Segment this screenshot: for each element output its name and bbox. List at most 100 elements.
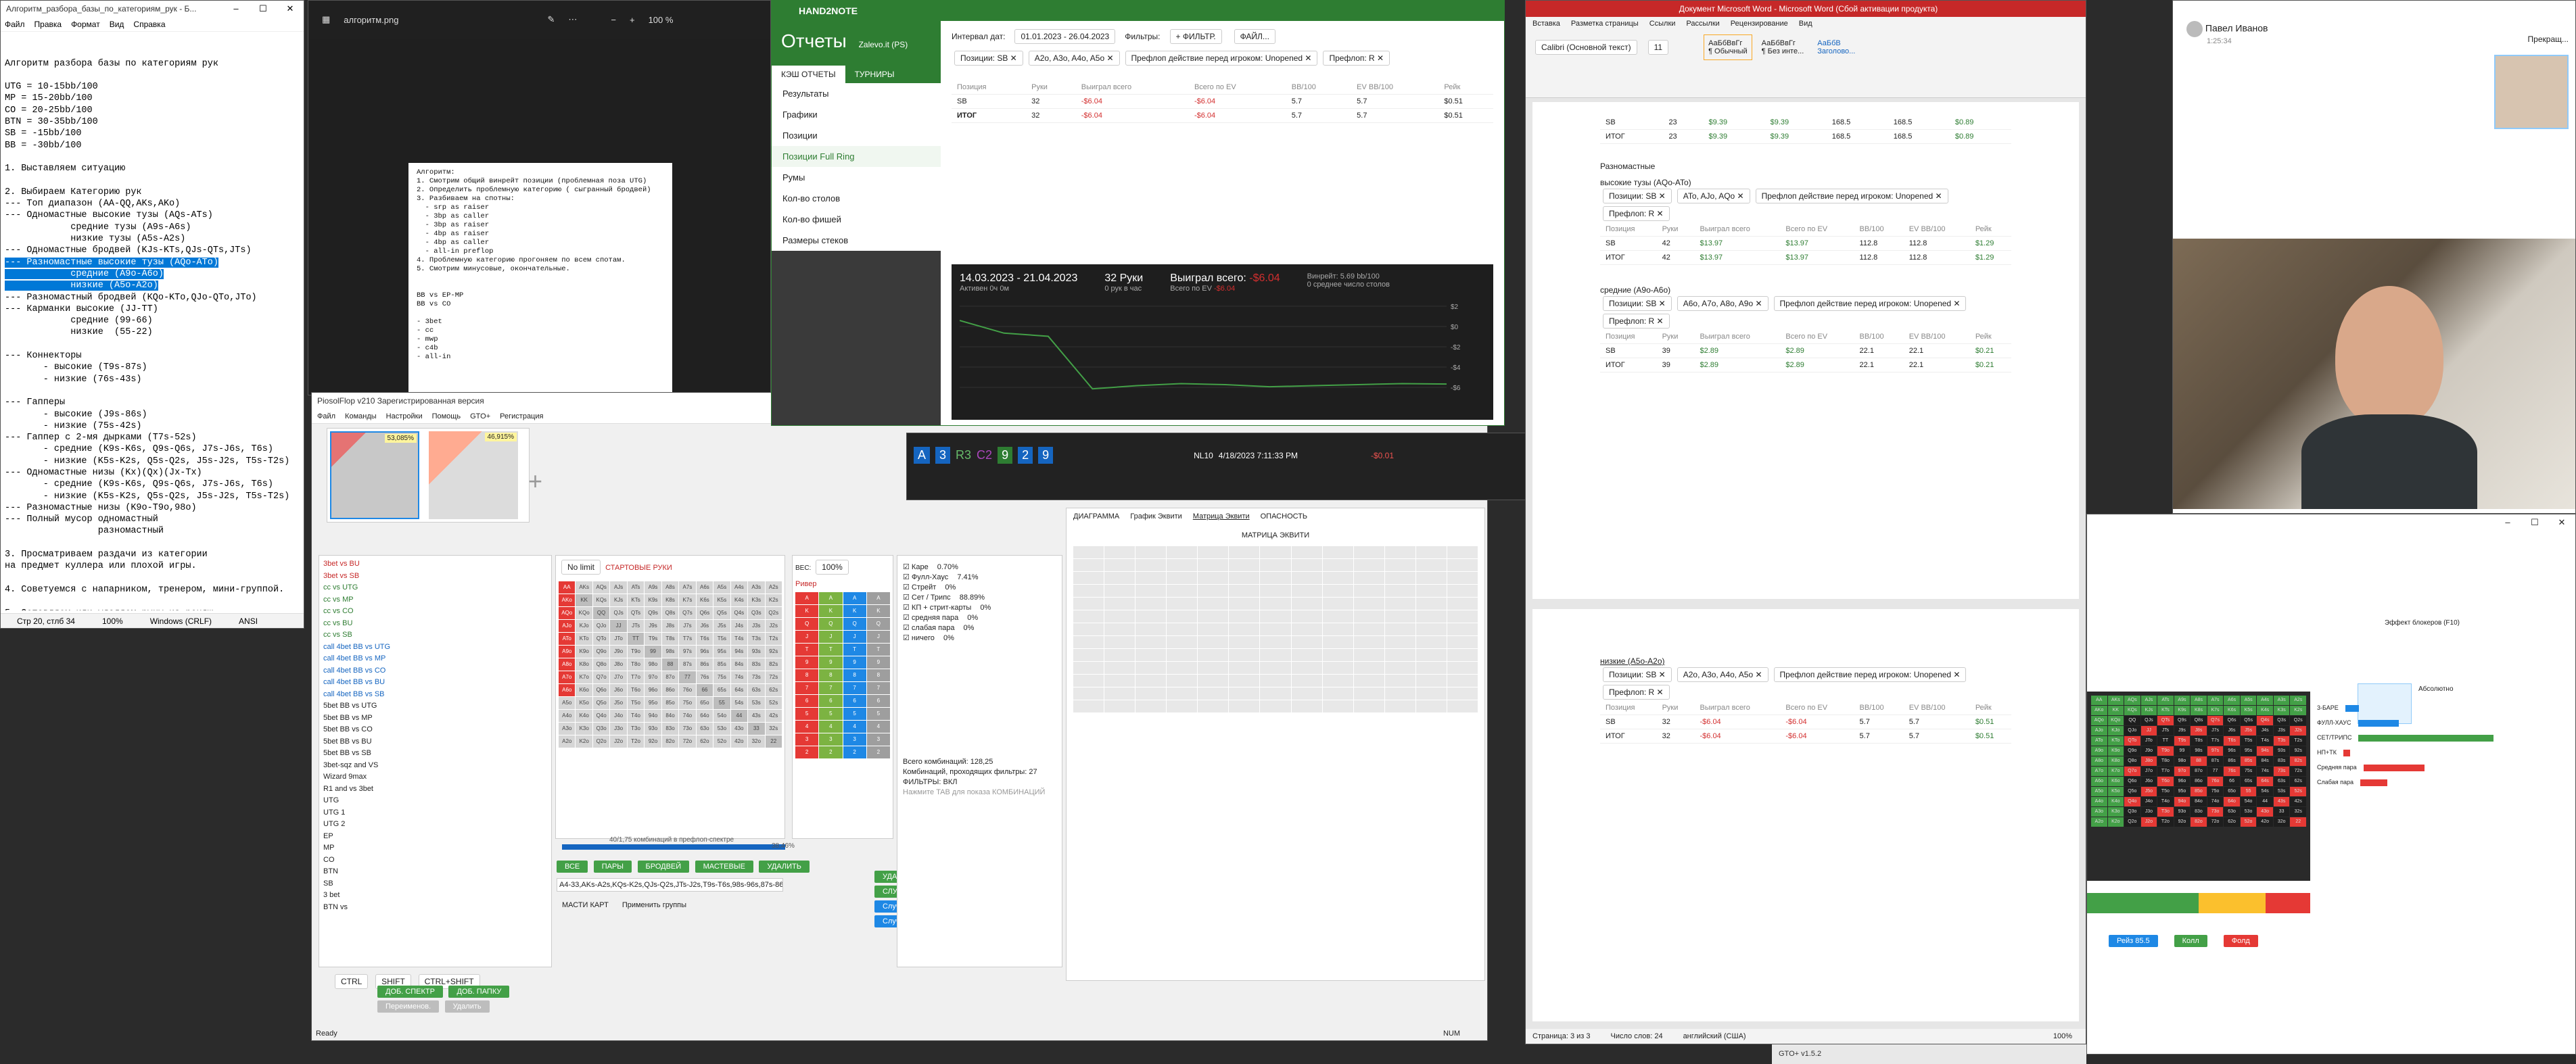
- gto-cell[interactable]: QJo: [2124, 726, 2140, 735]
- hand-cell[interactable]: AJo: [559, 620, 576, 632]
- equity-cell[interactable]: [1447, 636, 1478, 648]
- equity-cell[interactable]: [1260, 572, 1291, 584]
- equity-cell[interactable]: [1447, 585, 1478, 597]
- gto-cell[interactable]: K6o: [2107, 777, 2124, 786]
- delete-button[interactable]: Удалить: [444, 1000, 490, 1013]
- gto-cell[interactable]: TT: [2157, 736, 2174, 746]
- equity-cell[interactable]: [1167, 598, 1198, 610]
- gto-cell[interactable]: AKo: [2091, 706, 2107, 715]
- nav-item[interactable]: Размеры стеков: [772, 230, 941, 251]
- menu-view[interactable]: Вид: [110, 17, 124, 31]
- equity-cell[interactable]: [1135, 546, 1167, 558]
- hand-cell[interactable]: K7o: [576, 671, 592, 683]
- equity-cell[interactable]: [1353, 700, 1384, 712]
- hand-cell[interactable]: T6s: [696, 633, 713, 645]
- hand-cell[interactable]: A7o: [559, 671, 576, 683]
- word-zoom[interactable]: 100%: [2053, 1029, 2072, 1044]
- add-range-icon[interactable]: +: [528, 467, 542, 495]
- gto-cell[interactable]: T8o: [2157, 756, 2174, 766]
- column-header[interactable]: Позиция: [952, 80, 1027, 95]
- equity-cell[interactable]: [1260, 610, 1291, 623]
- gto-cell[interactable]: J6o: [2140, 777, 2157, 786]
- hand-cell[interactable]: 95o: [645, 697, 661, 709]
- gto-cell[interactable]: 82o: [2191, 817, 2207, 827]
- equity-cell[interactable]: [1322, 675, 1353, 687]
- hand-cell[interactable]: 92s: [765, 646, 782, 658]
- gto-cell[interactable]: J5s: [2240, 726, 2257, 735]
- gto-cell[interactable]: JTs: [2157, 726, 2174, 735]
- equity-cell[interactable]: [1104, 572, 1135, 584]
- hand-cell[interactable]: K3o: [576, 723, 592, 735]
- gto-cell[interactable]: A8o: [2091, 756, 2107, 766]
- board-card[interactable]: K: [843, 605, 866, 617]
- gto-cell[interactable]: J8s: [2191, 726, 2207, 735]
- equity-cell[interactable]: [1384, 598, 1415, 610]
- hand-cell[interactable]: JJ: [610, 620, 627, 632]
- gto-cell[interactable]: 77: [2207, 767, 2224, 776]
- tab-diagram[interactable]: ДИАГРАММА: [1073, 512, 1119, 521]
- equity-cell[interactable]: [1322, 598, 1353, 610]
- tree-item[interactable]: call 4bet BB vs UTG: [323, 642, 547, 654]
- tree-item[interactable]: call 4bet BB vs BU: [323, 677, 547, 689]
- equity-cell[interactable]: [1073, 610, 1104, 623]
- hand-cell[interactable]: 52s: [765, 697, 782, 709]
- hand-cell[interactable]: J3s: [748, 620, 765, 632]
- hand-cell[interactable]: 65o: [696, 697, 713, 709]
- taskbar-item[interactable]: GTO+ v1.5.2: [1772, 1044, 2086, 1064]
- board-card[interactable]: 7: [819, 682, 843, 694]
- hand-cell[interactable]: Q8s: [661, 607, 679, 619]
- equity-cell[interactable]: [1073, 559, 1104, 571]
- equity-cell[interactable]: [1073, 585, 1104, 597]
- equity-cell[interactable]: [1447, 687, 1478, 700]
- pairs-button[interactable]: ПАРЫ: [593, 861, 632, 873]
- add-folder-button[interactable]: ДОБ. ПАПКУ: [448, 986, 510, 998]
- gto-cell[interactable]: 43s: [2273, 797, 2290, 806]
- equity-cell[interactable]: [1415, 649, 1447, 661]
- gto-cell[interactable]: 62s: [2290, 777, 2306, 786]
- gto-cell[interactable]: 54s: [2257, 787, 2273, 796]
- hand-matrix[interactable]: AA AKs AQs AJs ATs A9s A8s A7s A6s A5s A4s A3s A2s AK…: [556, 579, 784, 750]
- board-card[interactable]: 3: [843, 733, 866, 746]
- equity-cell[interactable]: [1322, 585, 1353, 597]
- equity-cell[interactable]: [1229, 623, 1260, 635]
- gto-cell[interactable]: A9o: [2091, 746, 2107, 756]
- gto-cell[interactable]: T6s: [2224, 736, 2240, 746]
- gto-cell[interactable]: 73o: [2207, 807, 2224, 817]
- equity-cell[interactable]: [1322, 610, 1353, 623]
- board-card[interactable]: J: [819, 631, 843, 643]
- suited-button[interactable]: МАСТЕВЫЕ: [695, 861, 753, 873]
- tree-item[interactable]: call 4bet BB vs CO: [323, 665, 547, 677]
- column-header[interactable]: BB/100: [1286, 80, 1352, 95]
- hand-cell[interactable]: J2o: [610, 735, 627, 748]
- tree-item[interactable]: CO: [323, 854, 547, 867]
- board-card[interactable]: 6: [843, 695, 866, 707]
- tree-item[interactable]: cc vs SB: [323, 629, 547, 642]
- stat-checkbox[interactable]: ☑: [903, 634, 912, 642]
- stat-checkbox[interactable]: ☑: [903, 604, 912, 612]
- hand-cell[interactable]: 96s: [696, 646, 713, 658]
- gto-cell[interactable]: 86o: [2191, 777, 2207, 786]
- hand-cell[interactable]: 43s: [748, 710, 765, 722]
- gto-cell[interactable]: K2s: [2290, 706, 2306, 715]
- hand-cell[interactable]: AA: [559, 581, 576, 594]
- hand-cell[interactable]: 97s: [679, 646, 696, 658]
- equity-cell[interactable]: [1104, 585, 1135, 597]
- hand-cell[interactable]: KQo: [576, 607, 592, 619]
- equity-cell[interactable]: [1229, 675, 1260, 687]
- gto-cell[interactable]: 96o: [2174, 777, 2191, 786]
- equity-cell[interactable]: [1322, 623, 1353, 635]
- equity-cell[interactable]: [1415, 623, 1447, 635]
- board-card[interactable]: T: [866, 644, 890, 656]
- board-card[interactable]: 7: [843, 682, 866, 694]
- gto-cell[interactable]: ATo: [2091, 736, 2107, 746]
- hand-cell[interactable]: 96o: [645, 684, 661, 696]
- hand-cell[interactable]: T9o: [627, 646, 645, 658]
- stat-checkbox[interactable]: ☑: [903, 594, 912, 602]
- equity-cell[interactable]: [1291, 687, 1322, 700]
- player-select[interactable]: Zalevo.it (PS): [859, 40, 908, 49]
- gto-cell[interactable]: AJs: [2140, 696, 2157, 705]
- board-card[interactable]: T: [843, 644, 866, 656]
- gto-cell[interactable]: 62o: [2224, 817, 2240, 827]
- equity-cell[interactable]: [1384, 572, 1415, 584]
- hand-cell[interactable]: T2o: [627, 735, 645, 748]
